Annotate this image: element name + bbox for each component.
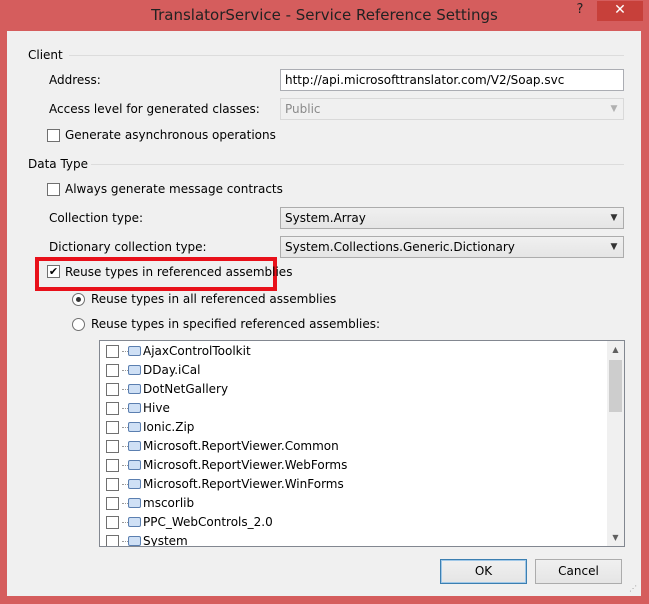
assembly-list[interactable]: AjaxControlToolkit DDay.iCal DotNetGallery… <box>99 340 625 547</box>
assembly-icon <box>128 346 141 356</box>
assembly-checkbox[interactable] <box>106 459 119 472</box>
reuse-specified-label: Reuse types in specified referenced asse… <box>91 317 381 331</box>
list-item[interactable]: Ionic.Zip <box>100 418 600 437</box>
assembly-checkbox[interactable] <box>106 478 119 491</box>
window-title: TranslatorService - Service Reference Se… <box>151 6 498 24</box>
address-input[interactable]: http://api.microsofttranslator.com/V2/So… <box>280 69 624 91</box>
radio-selected-dot <box>76 297 81 302</box>
reuse-types-checkbox[interactable]: ✔ <box>47 265 60 278</box>
assembly-name: mscorlib <box>143 496 195 510</box>
assembly-name: Microsoft.ReportViewer.WebForms <box>143 458 348 472</box>
assembly-checkbox[interactable] <box>106 402 119 415</box>
assembly-name: Microsoft.ReportViewer.Common <box>143 439 339 453</box>
assembly-checkbox[interactable] <box>106 497 119 510</box>
assembly-name: AjaxControlToolkit <box>143 344 251 358</box>
assembly-checkbox[interactable] <box>106 421 119 434</box>
chevron-down-icon: ▼ <box>610 104 618 114</box>
reuse-all-radio[interactable] <box>72 293 85 306</box>
access-level-value: Public <box>285 102 321 116</box>
client-group-divider <box>69 55 624 56</box>
data-type-group-divider <box>91 164 624 165</box>
assembly-name: DDay.iCal <box>143 363 201 377</box>
collection-type-select[interactable]: System.Array ▼ <box>280 207 624 229</box>
assembly-name: Microsoft.ReportViewer.WinForms <box>143 477 344 491</box>
list-item[interactable]: System <box>100 532 600 547</box>
assembly-icon <box>128 384 141 394</box>
assembly-name: DotNetGallery <box>143 382 229 396</box>
help-button[interactable]: ? <box>572 2 588 20</box>
cancel-button[interactable]: Cancel <box>535 559 622 584</box>
assembly-checkbox[interactable] <box>106 383 119 396</box>
title-bar[interactable]: TranslatorService - Service Reference Se… <box>0 0 649 31</box>
assembly-icon <box>128 365 141 375</box>
assembly-icon <box>128 517 141 527</box>
resize-grip-icon[interactable]: ⋰ <box>629 584 639 594</box>
chevron-down-icon: ▼ <box>610 213 618 223</box>
data-type-group-label: Data Type <box>28 157 89 171</box>
list-item[interactable]: DDay.iCal <box>100 361 600 380</box>
scroll-down-icon[interactable]: ▼ <box>607 529 624 546</box>
collection-type-value: System.Array <box>285 211 366 225</box>
dictionary-type-value: System.Collections.Generic.Dictionary <box>285 240 515 254</box>
assembly-list-scrollbar[interactable]: ▲ ▼ <box>607 341 624 546</box>
reuse-specified-radio[interactable] <box>72 318 85 331</box>
list-item[interactable]: PPC_WebControls_2.0 <box>100 513 600 532</box>
close-button[interactable]: ✕ <box>597 1 643 21</box>
reuse-all-label: Reuse types in all referenced assemblies <box>91 292 337 306</box>
client-group-label: Client <box>28 48 63 62</box>
assembly-name: Ionic.Zip <box>143 420 195 434</box>
assembly-icon <box>128 479 141 489</box>
reuse-types-label: Reuse types in referenced assemblies <box>65 265 293 279</box>
list-item[interactable]: AjaxControlToolkit <box>100 342 600 361</box>
assembly-icon <box>128 422 141 432</box>
chevron-down-icon: ▼ <box>610 242 618 252</box>
ok-button[interactable]: OK <box>440 559 527 584</box>
assembly-checkbox[interactable] <box>106 345 119 358</box>
list-item[interactable]: Microsoft.ReportViewer.WinForms <box>100 475 600 494</box>
dialog-client-area: Client Address: http://api.microsofttran… <box>7 31 641 596</box>
async-checkbox[interactable] <box>47 129 60 142</box>
dictionary-type-select[interactable]: System.Collections.Generic.Dictionary ▼ <box>280 236 624 258</box>
assembly-icon <box>128 403 141 413</box>
assembly-icon <box>128 441 141 451</box>
assembly-name: System <box>143 534 188 547</box>
dictionary-type-label: Dictionary collection type: <box>49 240 207 254</box>
assembly-checkbox[interactable] <box>106 516 119 529</box>
scroll-up-icon[interactable]: ▲ <box>607 341 624 358</box>
access-level-label: Access level for generated classes: <box>49 102 260 116</box>
scrollbar-thumb[interactable] <box>609 360 622 412</box>
assembly-icon <box>128 536 141 546</box>
list-item[interactable]: Hive <box>100 399 600 418</box>
list-item[interactable]: mscorlib <box>100 494 600 513</box>
list-item[interactable]: DotNetGallery <box>100 380 600 399</box>
assembly-checkbox[interactable] <box>106 535 119 546</box>
message-contracts-label: Always generate message contracts <box>65 182 283 196</box>
assembly-checkbox[interactable] <box>106 440 119 453</box>
collection-type-label: Collection type: <box>49 211 144 225</box>
assembly-checkbox[interactable] <box>106 364 119 377</box>
list-item[interactable]: Microsoft.ReportViewer.WebForms <box>100 456 600 475</box>
dialog-window: TranslatorService - Service Reference Se… <box>0 0 649 604</box>
assembly-icon <box>128 498 141 508</box>
assembly-name: Hive <box>143 401 170 415</box>
message-contracts-checkbox[interactable] <box>47 183 60 196</box>
list-item[interactable]: Microsoft.ReportViewer.Common <box>100 437 600 456</box>
access-level-select[interactable]: Public ▼ <box>280 98 624 120</box>
address-label: Address: <box>49 73 101 87</box>
assembly-name: PPC_WebControls_2.0 <box>143 515 273 529</box>
async-label: Generate asynchronous operations <box>65 128 276 142</box>
assembly-icon <box>128 460 141 470</box>
checkmark-icon: ✔ <box>48 265 59 278</box>
